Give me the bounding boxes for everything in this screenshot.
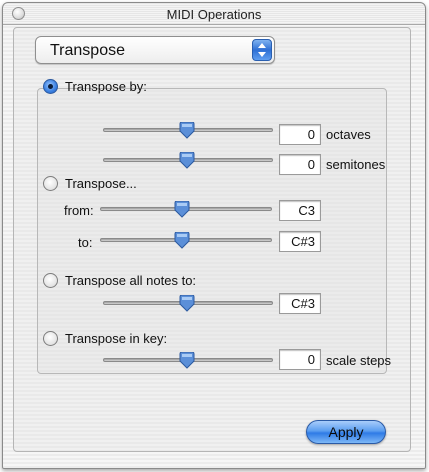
apply-button[interactable]: Apply (306, 420, 386, 444)
slider-thumb-icon[interactable] (179, 122, 195, 139)
semitones-field[interactable]: 0 (279, 154, 321, 175)
octaves-unit: octaves (326, 127, 371, 142)
from-slider[interactable] (100, 201, 272, 218)
transpose-all-label: Transpose all notes to: (65, 273, 197, 288)
slider-thumb-icon[interactable] (174, 201, 190, 218)
popup-arrows-icon (252, 39, 272, 61)
slider-thumb-icon[interactable] (179, 352, 195, 369)
slider-thumb-icon[interactable] (179, 152, 195, 169)
transpose-by-label: Transpose by: (65, 79, 147, 94)
transpose-from-to-label: Transpose... (65, 176, 137, 191)
transpose-from-to-radio[interactable] (43, 176, 58, 191)
from-field[interactable]: C3 (279, 200, 321, 221)
transpose-in-key-radio[interactable] (43, 331, 58, 346)
from-label: from: (64, 203, 94, 218)
to-label: to: (78, 235, 93, 250)
semitones-slider[interactable] (103, 152, 273, 169)
to-slider[interactable] (100, 232, 272, 249)
slider-thumb-icon[interactable] (179, 295, 195, 312)
title-bar[interactable]: MIDI Operations (3, 3, 425, 25)
window-title: MIDI Operations (166, 7, 262, 22)
operation-popup-value: Transpose (50, 42, 125, 59)
octaves-field[interactable]: 0 (279, 124, 321, 145)
operation-popup[interactable]: Transpose (35, 36, 275, 64)
transpose-all-slider[interactable] (103, 295, 273, 312)
semitones-unit: semitones (326, 157, 386, 172)
transpose-by-option[interactable]: Transpose by: (43, 79, 147, 94)
to-field[interactable]: C#3 (279, 231, 321, 252)
slider-thumb-icon[interactable] (174, 232, 190, 249)
scale-steps-field[interactable]: 0 (279, 349, 321, 370)
scale-steps-unit: scale steps (326, 353, 392, 368)
transpose-from-to-option[interactable]: Transpose... (43, 176, 137, 191)
transpose-all-field[interactable]: C#3 (279, 293, 321, 314)
transpose-in-key-slider[interactable] (103, 352, 273, 369)
transpose-by-radio[interactable] (43, 79, 58, 94)
transpose-all-radio[interactable] (43, 273, 58, 288)
transpose-in-key-option[interactable]: Transpose in key: (43, 331, 167, 346)
transpose-all-option[interactable]: Transpose all notes to: (43, 273, 196, 288)
transpose-in-key-label: Transpose in key: (65, 331, 168, 346)
octaves-slider[interactable] (103, 122, 273, 139)
